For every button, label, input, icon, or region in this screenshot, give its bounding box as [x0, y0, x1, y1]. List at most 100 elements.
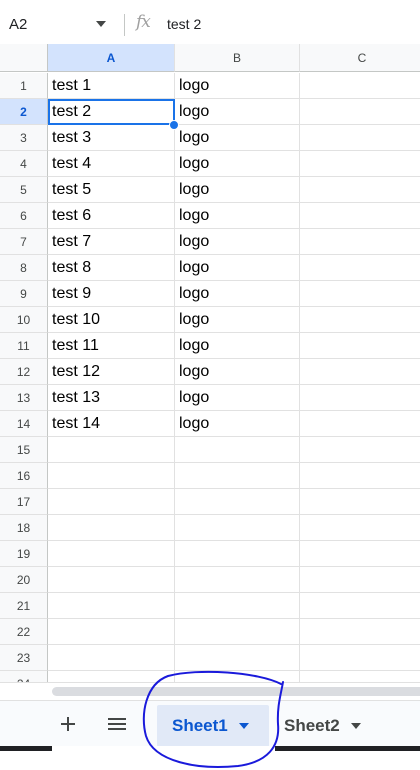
column-header-c[interactable]: C [300, 44, 420, 72]
row-header-7[interactable]: 7 [0, 229, 48, 255]
caret-down-icon[interactable] [238, 722, 250, 730]
cell-b15[interactable] [175, 437, 300, 463]
cell-b13[interactable]: logo [175, 385, 300, 411]
cell-c9[interactable] [300, 281, 420, 307]
cell-b20[interactable] [175, 567, 300, 593]
row-header-5[interactable]: 5 [0, 177, 48, 203]
cell-c16[interactable] [300, 463, 420, 489]
column-header-a[interactable]: A [48, 44, 175, 72]
cell-a2[interactable]: test 2 [48, 99, 175, 125]
row-header-12[interactable]: 12 [0, 359, 48, 385]
cell-c4[interactable] [300, 151, 420, 177]
row-header-4[interactable]: 4 [0, 151, 48, 177]
row-header-6[interactable]: 6 [0, 203, 48, 229]
cell-b3[interactable]: logo [175, 125, 300, 151]
cell-c5[interactable] [300, 177, 420, 203]
cell-a22[interactable] [48, 619, 175, 645]
cell-c11[interactable] [300, 333, 420, 359]
select-all-corner[interactable] [0, 44, 48, 72]
row-header-8[interactable]: 8 [0, 255, 48, 281]
row-header-14[interactable]: 14 [0, 411, 48, 437]
cell-c19[interactable] [300, 541, 420, 567]
cell-c20[interactable] [300, 567, 420, 593]
cell-a19[interactable] [48, 541, 175, 567]
sheet-tab-sheet1[interactable]: Sheet1 [157, 705, 269, 747]
caret-down-icon[interactable] [350, 722, 362, 730]
cell-a21[interactable] [48, 593, 175, 619]
cell-c21[interactable] [300, 593, 420, 619]
cell-b8[interactable]: logo [175, 255, 300, 281]
name-box[interactable]: A2 [0, 8, 118, 40]
cell-a18[interactable] [48, 515, 175, 541]
cell-c10[interactable] [300, 307, 420, 333]
cell-b5[interactable]: logo [175, 177, 300, 203]
column-header-b[interactable]: B [175, 44, 300, 72]
cell-a1[interactable]: test 1 [48, 73, 175, 99]
row-header-21[interactable]: 21 [0, 593, 48, 619]
cell-b19[interactable] [175, 541, 300, 567]
cell-c23[interactable] [300, 645, 420, 671]
cell-a10[interactable]: test 10 [48, 307, 175, 333]
cell-b2[interactable]: logo [175, 99, 300, 125]
cell-c1[interactable] [300, 73, 420, 99]
cell-a16[interactable] [48, 463, 175, 489]
cell-c7[interactable] [300, 229, 420, 255]
row-header-9[interactable]: 9 [0, 281, 48, 307]
cell-a8[interactable]: test 8 [48, 255, 175, 281]
cell-b11[interactable]: logo [175, 333, 300, 359]
cell-c22[interactable] [300, 619, 420, 645]
cell-b14[interactable]: logo [175, 411, 300, 437]
add-sheet-button[interactable] [52, 709, 84, 739]
cell-a23[interactable] [48, 645, 175, 671]
cell-a4[interactable]: test 4 [48, 151, 175, 177]
cell-b9[interactable]: logo [175, 281, 300, 307]
cell-c17[interactable] [300, 489, 420, 515]
cell-c2[interactable] [300, 99, 420, 125]
cell-a20[interactable] [48, 567, 175, 593]
cell-a15[interactable] [48, 437, 175, 463]
cell-b12[interactable]: logo [175, 359, 300, 385]
cell-b1[interactable]: logo [175, 73, 300, 99]
cell-b10[interactable]: logo [175, 307, 300, 333]
row-header-18[interactable]: 18 [0, 515, 48, 541]
cell-b21[interactable] [175, 593, 300, 619]
row-header-16[interactable]: 16 [0, 463, 48, 489]
cell-c3[interactable] [300, 125, 420, 151]
cell-a14[interactable]: test 14 [48, 411, 175, 437]
cell-c15[interactable] [300, 437, 420, 463]
cell-a13[interactable]: test 13 [48, 385, 175, 411]
cell-b18[interactable] [175, 515, 300, 541]
cell-a9[interactable]: test 9 [48, 281, 175, 307]
horizontal-scrollbar[interactable] [0, 682, 420, 700]
cell-a6[interactable]: test 6 [48, 203, 175, 229]
cell-b23[interactable] [175, 645, 300, 671]
fill-handle[interactable] [169, 120, 179, 130]
cell-a3[interactable]: test 3 [48, 125, 175, 151]
cell-c14[interactable] [300, 411, 420, 437]
cell-a7[interactable]: test 7 [48, 229, 175, 255]
row-header-1[interactable]: 1 [0, 73, 48, 99]
row-header-17[interactable]: 17 [0, 489, 48, 515]
cell-c6[interactable] [300, 203, 420, 229]
cell-b22[interactable] [175, 619, 300, 645]
sheet-tab-sheet2[interactable]: Sheet2 [284, 705, 384, 747]
row-header-13[interactable]: 13 [0, 385, 48, 411]
cell-b16[interactable] [175, 463, 300, 489]
cell-c13[interactable] [300, 385, 420, 411]
cell-c8[interactable] [300, 255, 420, 281]
row-header-11[interactable]: 11 [0, 333, 48, 359]
cell-b7[interactable]: logo [175, 229, 300, 255]
row-header-10[interactable]: 10 [0, 307, 48, 333]
cell-c18[interactable] [300, 515, 420, 541]
all-sheets-button[interactable] [101, 709, 133, 739]
cell-b17[interactable] [175, 489, 300, 515]
cell-b4[interactable]: logo [175, 151, 300, 177]
row-header-2[interactable]: 2 [0, 99, 48, 125]
cell-a11[interactable]: test 11 [48, 333, 175, 359]
row-header-23[interactable]: 23 [0, 645, 48, 671]
cell-c12[interactable] [300, 359, 420, 385]
cell-a12[interactable]: test 12 [48, 359, 175, 385]
row-header-19[interactable]: 19 [0, 541, 48, 567]
row-header-20[interactable]: 20 [0, 567, 48, 593]
scrollbar-thumb[interactable] [52, 687, 420, 696]
